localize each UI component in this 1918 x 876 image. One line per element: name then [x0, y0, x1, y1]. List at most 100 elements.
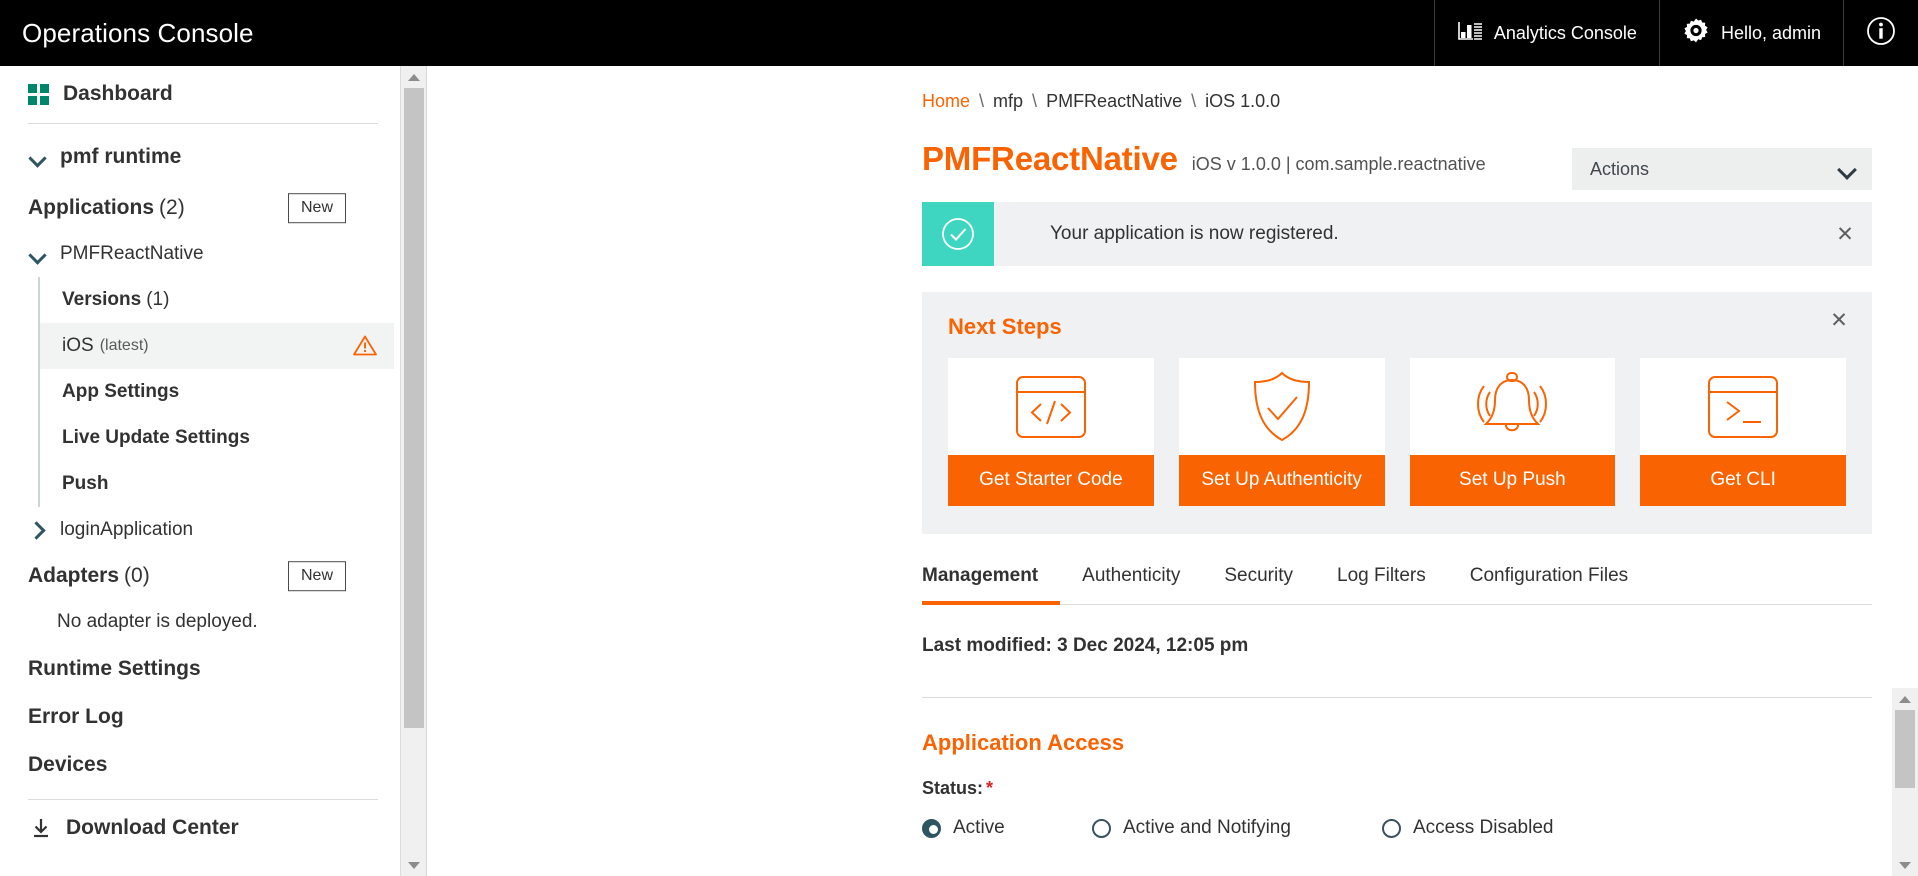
user-menu-button[interactable]: Hello, admin — [1659, 0, 1843, 66]
top-bar: Operations Console Analytics Console — [0, 0, 1918, 66]
operations-console-app: Operations Console Analytics Console — [0, 0, 1918, 876]
radio-active[interactable]: Active — [922, 817, 1092, 839]
next-step-card-set-up-authenticity[interactable]: Set Up Authenticity — [1179, 358, 1385, 506]
sidebar-scroll-track[interactable] — [401, 88, 427, 854]
radio-active-and-notifying[interactable]: Active and Notifying — [1092, 817, 1382, 839]
breadcrumb-version: iOS 1.0.0 — [1205, 91, 1280, 112]
sidebar-item-pmfreactnative[interactable]: PMFReactNative — [0, 231, 394, 277]
tab-log-filters[interactable]: Log Filters — [1315, 565, 1448, 605]
analytics-console-button[interactable]: Analytics Console — [1434, 0, 1659, 66]
check-circle-icon — [922, 202, 994, 266]
radio-label-active-notifying: Active and Notifying — [1123, 817, 1291, 839]
next-step-card-get-cli[interactable]: Get CLI — [1640, 358, 1846, 506]
sidebar-section-applications: Applications (2) New — [0, 185, 394, 231]
triangle-up-icon — [408, 74, 420, 81]
next-steps-cards: Get Starter Code Set Up Authenticity — [948, 358, 1846, 506]
breadcrumb-mfp[interactable]: mfp — [993, 91, 1023, 112]
sidebar-scroll-thumb[interactable] — [404, 88, 424, 728]
status-label-row: Status:* — [922, 778, 1918, 799]
download-icon — [30, 817, 52, 839]
bar-chart-icon — [1457, 20, 1483, 47]
adapters-count: (0) — [124, 564, 150, 588]
sidebar-item-label-loginapp: loginApplication — [60, 519, 193, 541]
sidebar-scrollbar[interactable] — [400, 66, 426, 876]
breadcrumb: Home \ mfp \ PMFReactNative \ iOS 1.0.0 — [427, 66, 1918, 112]
sidebar-item-label-app: PMFReactNative — [60, 243, 204, 265]
last-modified-text: Last modified: 3 Dec 2024, 12:05 pm — [922, 635, 1918, 657]
tab-security[interactable]: Security — [1202, 565, 1315, 605]
status-radio-group: Active Active and Notifying Access Disab… — [922, 817, 1918, 839]
terminal-window-icon — [1640, 358, 1846, 455]
sidebar-item-pmf-runtime[interactable]: pmf runtime — [0, 129, 394, 185]
versions-label: Versions — [62, 289, 141, 311]
breadcrumb-separator: \ — [1032, 91, 1037, 112]
sidebar-item-ios-version[interactable]: iOS (latest) — [40, 323, 394, 369]
next-step-card-get-starter-code[interactable]: Get Starter Code — [948, 358, 1154, 506]
sidebar-scroll-up-button[interactable] — [401, 66, 427, 88]
alert-close-button[interactable]: ✕ — [1818, 202, 1872, 266]
next-steps-close-button[interactable]: ✕ — [1816, 300, 1862, 340]
sidebar-item-label-app-settings: App Settings — [62, 381, 179, 403]
sidebar-item-devices[interactable]: Devices — [0, 741, 394, 789]
next-step-button-label[interactable]: Set Up Authenticity — [1179, 455, 1385, 506]
new-application-button[interactable]: New — [288, 193, 346, 223]
section-title-application-access: Application Access — [922, 730, 1918, 756]
next-step-button-label[interactable]: Set Up Push — [1410, 455, 1616, 506]
tab-configuration-files[interactable]: Configuration Files — [1448, 565, 1650, 605]
main-scroll-down-button[interactable] — [1892, 854, 1918, 876]
chevron-down-icon — [28, 147, 48, 167]
triangle-down-icon — [408, 862, 420, 869]
code-window-icon — [948, 358, 1154, 455]
applications-label: Applications — [28, 196, 154, 220]
next-step-button-label[interactable]: Get CLI — [1640, 455, 1846, 506]
sidebar-item-label-runtime: pmf runtime — [60, 145, 181, 169]
sidebar-no-adapter-message: No adapter is deployed. — [0, 599, 394, 645]
sidebar-item-loginapplication[interactable]: loginApplication — [0, 507, 394, 553]
sidebar-item-push[interactable]: Push — [40, 461, 394, 507]
triangle-down-icon — [1899, 862, 1911, 869]
sidebar-item-label-error-log: Error Log — [28, 705, 124, 729]
next-step-button-label[interactable]: Get Starter Code — [948, 455, 1154, 506]
chevron-down-icon — [1838, 160, 1856, 178]
radio-label-access-disabled: Access Disabled — [1413, 817, 1553, 839]
sidebar-item-version-tag: (latest) — [100, 337, 149, 355]
sidebar-item-label-push: Push — [62, 473, 108, 495]
radio-dot-icon — [922, 819, 941, 838]
sidebar-item-runtime-settings[interactable]: Runtime Settings — [0, 645, 394, 693]
sidebar-item-dashboard[interactable]: Dashboard — [0, 66, 394, 118]
alert-message: Your application is now registered. — [994, 202, 1339, 266]
next-step-card-set-up-push[interactable]: Set Up Push — [1410, 358, 1616, 506]
main-scroll-up-button[interactable] — [1892, 688, 1918, 710]
main-scroll-thumb[interactable] — [1895, 710, 1915, 788]
tab-authenticity[interactable]: Authenticity — [1060, 565, 1202, 605]
sidebar: Dashboard pmf runtime Applications (2) N… — [0, 66, 427, 876]
radio-access-disabled[interactable]: Access Disabled — [1382, 817, 1553, 839]
sidebar-divider-top — [28, 123, 378, 124]
breadcrumb-app[interactable]: PMFReactNative — [1046, 91, 1182, 112]
sidebar-item-label-dashboard: Dashboard — [63, 82, 173, 106]
sidebar-scroll-region: Dashboard pmf runtime Applications (2) N… — [0, 66, 426, 876]
main-scroll-track[interactable] — [1892, 710, 1918, 854]
sidebar-item-app-settings[interactable]: App Settings — [40, 369, 394, 415]
info-button[interactable] — [1843, 0, 1918, 66]
next-steps-title: Next Steps — [948, 314, 1846, 340]
sidebar-item-label-devices: Devices — [28, 753, 107, 777]
content-divider — [922, 697, 1872, 698]
sidebar-item-error-log[interactable]: Error Log — [0, 693, 394, 741]
new-adapter-button[interactable]: New — [288, 561, 346, 591]
breadcrumb-home[interactable]: Home — [922, 91, 970, 112]
topbar-spacer — [254, 0, 1434, 66]
tab-management[interactable]: Management — [922, 565, 1060, 605]
sidebar-item-label-download-center: Download Center — [66, 816, 239, 840]
required-asterisk: * — [986, 778, 993, 798]
sidebar-item-download-center[interactable]: Download Center — [0, 800, 394, 856]
no-adapter-label: No adapter is deployed. — [57, 611, 258, 633]
radio-label-active: Active — [953, 817, 1005, 839]
sidebar-scroll-down-button[interactable] — [401, 854, 427, 876]
actions-dropdown[interactable]: Actions — [1572, 148, 1872, 190]
sidebar-item-live-update-settings[interactable]: Live Update Settings — [40, 415, 394, 461]
next-steps-panel: Next Steps ✕ Get — [922, 292, 1872, 534]
main-scrollbar[interactable] — [1892, 688, 1918, 876]
page-subtitle: iOS v 1.0.0 | com.sample.reactnative — [1192, 154, 1486, 175]
body: Dashboard pmf runtime Applications (2) N… — [0, 66, 1918, 876]
